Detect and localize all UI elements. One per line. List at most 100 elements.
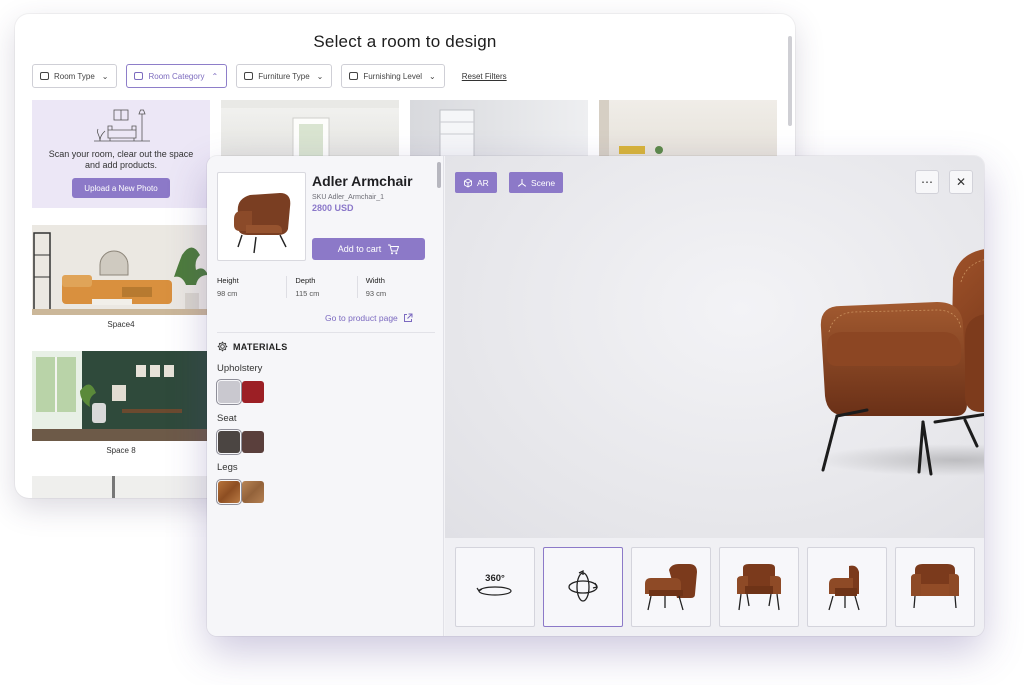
room-photo-space8[interactable] xyxy=(32,351,210,441)
product-page-link[interactable]: Go to product page xyxy=(325,313,413,323)
filter-furniture-type[interactable]: Furniture Type ⌄ xyxy=(236,64,333,88)
product-thumbnail xyxy=(217,172,306,261)
rotation-arrow-icon xyxy=(476,585,512,596)
room-sketch-icon xyxy=(94,109,150,142)
external-link-icon xyxy=(403,313,413,322)
scene-button[interactable]: Scene xyxy=(509,172,564,193)
armchair-view-image xyxy=(737,564,781,611)
product-dimensions: Height 98 cm Depth 115 cm Width 93 cm xyxy=(217,276,427,298)
filter-label: Room Type xyxy=(54,71,95,81)
product-price: 2800 USD xyxy=(312,203,354,213)
room-photo[interactable] xyxy=(599,100,777,158)
material-group-label: Legs xyxy=(217,462,238,473)
filter-label: Furniture Type xyxy=(258,71,310,81)
thumbnail-angle-1[interactable] xyxy=(631,547,711,627)
materials-heading-label: MATERIALS xyxy=(233,341,288,352)
dimension-label: Depth xyxy=(295,276,316,285)
room-image xyxy=(221,100,399,158)
room-image xyxy=(439,109,475,158)
swatch-upholstery-grey[interactable] xyxy=(216,379,242,405)
dimension-depth: Depth 115 cm xyxy=(286,276,356,298)
view-thumbnail-strip: 360° xyxy=(445,538,984,636)
dimension-value: 98 cm xyxy=(217,289,238,298)
product-page-label: Go to product page xyxy=(325,313,398,323)
chevron-down-icon: ⌄ xyxy=(316,71,324,81)
chevron-down-icon: ⌄ xyxy=(101,71,109,81)
office-room-image xyxy=(32,351,210,441)
filter-bar: Room Type ⌄ Room Category ⌃ Furniture Ty… xyxy=(32,64,507,88)
axes-icon xyxy=(517,178,527,187)
room-image xyxy=(112,476,115,498)
swatch-seat-charcoal[interactable] xyxy=(216,429,242,455)
filter-label: Furnishing Level xyxy=(363,71,423,81)
material-group-label: Upholstery xyxy=(217,363,263,374)
divider xyxy=(217,332,435,333)
filter-label: Room Category xyxy=(148,71,205,81)
filter-room-type[interactable]: Room Type ⌄ xyxy=(32,64,118,88)
armchair-view-image xyxy=(911,564,959,609)
reset-filters-link[interactable]: Reset Filters xyxy=(462,72,507,81)
thumbnail-angle-2[interactable] xyxy=(719,547,799,627)
thumbnail-free-rotate[interactable] xyxy=(543,547,623,627)
dimension-value: 115 cm xyxy=(295,289,320,298)
room-photo[interactable] xyxy=(32,476,210,498)
room-category-icon xyxy=(134,72,144,80)
dimension-width: Width 93 cm xyxy=(356,276,427,298)
page-title: Select a room to design xyxy=(313,32,497,51)
room-label: Space4 xyxy=(107,320,135,329)
3d-viewer[interactable]: AR Scene ⋯ ✕ xyxy=(445,156,984,538)
room-image xyxy=(599,100,663,158)
scrollbar[interactable] xyxy=(437,162,441,188)
thumbnail-360-view[interactable]: 360° xyxy=(455,547,535,627)
dimension-value: 93 cm xyxy=(365,289,387,298)
gear-icon xyxy=(217,341,228,352)
swatch-seat-brown[interactable] xyxy=(242,431,264,453)
chevron-down-icon: ⌄ xyxy=(429,71,436,81)
armchair-view-image xyxy=(645,564,697,611)
furnishing-level-icon xyxy=(349,72,359,80)
cube-icon xyxy=(464,177,472,188)
upload-photo-button[interactable]: Upload a New Photo xyxy=(72,178,170,198)
materials-heading: MATERIALS xyxy=(217,341,288,352)
dimension-label: Width xyxy=(365,276,385,285)
armchair-3d-model xyxy=(815,249,984,476)
upload-tile: Scan your room, clear out the space and … xyxy=(32,100,210,208)
swatch-legs-walnut[interactable] xyxy=(242,481,264,503)
close-icon: ✕ xyxy=(955,175,967,189)
product-viewer-window: Adler Armchair SKU Adler_Armchair_1 2800… xyxy=(207,156,984,636)
product-sku: SKU Adler_Armchair_1 xyxy=(312,194,384,201)
room-photo-space4[interactable] xyxy=(32,225,210,315)
rotate-360-icon: 360° xyxy=(476,573,514,602)
add-to-cart-label: Add to cart xyxy=(337,244,382,254)
ar-button[interactable]: AR xyxy=(455,172,497,193)
living-room-image xyxy=(32,225,210,315)
dimension-height: Height 98 cm xyxy=(217,276,286,298)
room-label: Space 8 xyxy=(106,446,136,455)
room-type-icon xyxy=(40,72,49,80)
swatch-upholstery-red[interactable] xyxy=(242,381,264,403)
filter-room-category[interactable]: Room Category ⌃ xyxy=(126,64,228,88)
add-to-cart-button[interactable]: Add to cart xyxy=(312,238,425,260)
product-details-panel: Adler Armchair SKU Adler_Armchair_1 2800… xyxy=(207,156,444,636)
armchair-image xyxy=(234,193,291,254)
armchair-view-image xyxy=(828,565,860,611)
close-button[interactable]: ✕ xyxy=(949,170,973,194)
thumbnail-angle-4[interactable] xyxy=(895,547,975,627)
label-360: 360° xyxy=(485,572,505,584)
material-group-label: Seat xyxy=(217,413,237,424)
upload-instructions: Scan your room, clear out the space and … xyxy=(48,149,194,170)
filter-furnishing-level[interactable]: Furnishing Level ⌄ xyxy=(341,64,445,88)
more-icon: ⋯ xyxy=(921,175,933,189)
scrollbar[interactable] xyxy=(788,36,792,126)
thumbnail-angle-3[interactable] xyxy=(807,547,887,627)
scene-label: Scene xyxy=(531,177,556,188)
orbit-rotate-icon xyxy=(568,569,598,602)
composite-scene: Select a room to design Room Type ⌄ Room… xyxy=(0,0,1024,685)
product-name: Adler Armchair xyxy=(312,173,413,189)
ar-label: AR xyxy=(477,177,489,188)
room-photo[interactable] xyxy=(221,100,399,158)
room-photo[interactable] xyxy=(410,100,588,158)
chevron-up-icon: ⌃ xyxy=(211,71,219,81)
swatch-legs-oak[interactable] xyxy=(216,479,242,505)
more-options-button[interactable]: ⋯ xyxy=(915,170,939,194)
